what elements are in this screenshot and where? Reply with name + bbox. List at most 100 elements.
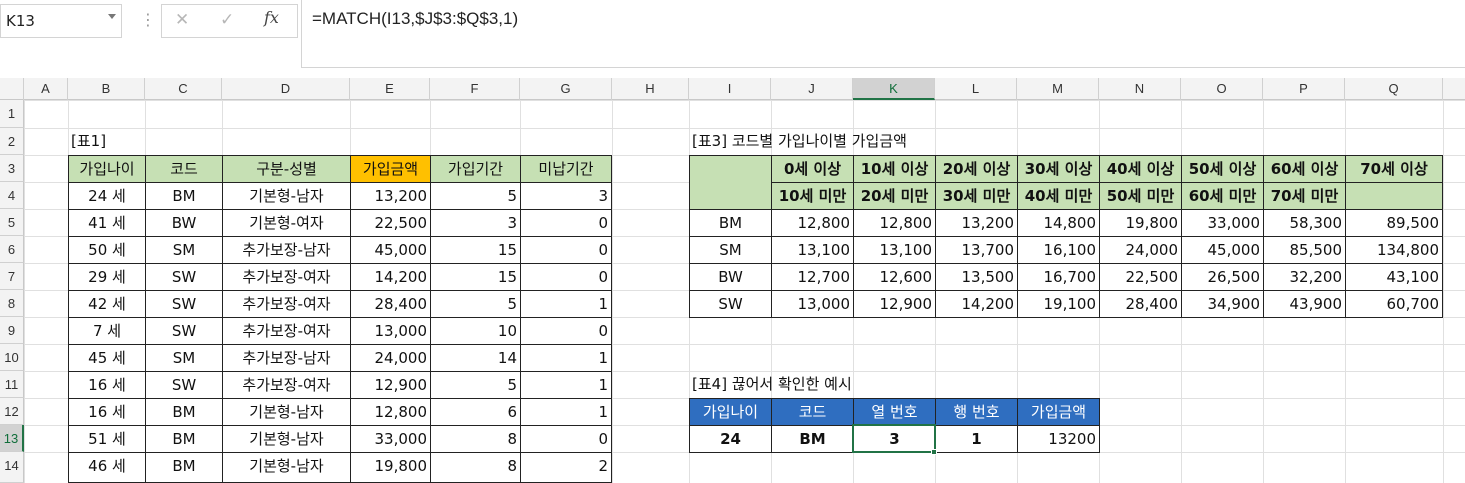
table3-row-code[interactable]: SW — [689, 290, 772, 318]
table3-corner[interactable] — [689, 155, 772, 210]
table4-header-age[interactable]: 가입나이 — [689, 398, 772, 426]
table3-cell-amount[interactable]: 19,800 — [1099, 209, 1182, 237]
table3-cell-amount[interactable]: 13,700 — [935, 236, 1018, 264]
table1-cell-code[interactable]: BM — [145, 398, 223, 426]
table1-cell-unpaid[interactable]: 0 — [520, 317, 612, 345]
column-header-I[interactable]: I — [689, 78, 771, 100]
table3-cell-amount[interactable]: 12,600 — [853, 263, 936, 291]
column-header-J[interactable]: J — [771, 78, 853, 100]
table1-cell-amount[interactable]: 12,900 — [350, 371, 431, 399]
table3-header-from[interactable]: 10세 이상 — [853, 155, 936, 183]
column-header-N[interactable]: N — [1099, 78, 1181, 100]
table1-cell-type[interactable]: 추가보장-여자 — [222, 317, 351, 345]
table1-cell-unpaid[interactable]: 0 — [520, 263, 612, 291]
table1-header-unpaid[interactable]: 미납기간 — [520, 155, 612, 183]
row-header-14[interactable]: 14 — [0, 452, 24, 483]
table1-cell-amount[interactable]: 24,000 — [350, 344, 431, 372]
table1-cell-age[interactable]: 51 세 — [68, 425, 146, 453]
column-header-E[interactable]: E — [350, 78, 430, 100]
table1-cell-amount[interactable]: 13,200 — [350, 182, 431, 210]
table3-header-to[interactable]: 70세 미만 — [1263, 182, 1346, 210]
table3-cell-amount[interactable]: 43,100 — [1345, 263, 1443, 291]
row-header-1[interactable]: 1 — [0, 100, 24, 128]
insert-function-icon[interactable]: fx — [264, 8, 279, 27]
table4-header-amount[interactable]: 가입금액 — [1017, 398, 1100, 426]
table1-cell-period[interactable]: 5 — [430, 371, 521, 399]
row-header-12[interactable]: 12 — [0, 398, 24, 425]
table1-cell-type[interactable]: 추가보장-남자 — [222, 344, 351, 372]
table1-cell-type[interactable]: 기본형-남자 — [222, 452, 351, 483]
table1-header-type[interactable]: 구분-성별 — [222, 155, 351, 183]
table3-cell-amount[interactable]: 58,300 — [1263, 209, 1346, 237]
table3-cell-amount[interactable]: 34,900 — [1181, 290, 1264, 318]
table1-cell-code[interactable]: BM — [145, 182, 223, 210]
table4-value-code[interactable]: BM — [771, 425, 854, 453]
table1-cell-age[interactable]: 24 세 — [68, 182, 146, 210]
column-header-G[interactable]: G — [520, 78, 612, 100]
column-header-C[interactable]: C — [145, 78, 222, 100]
table1-cell-period[interactable]: 5 — [430, 182, 521, 210]
table3-header-to[interactable]: 60세 미만 — [1181, 182, 1264, 210]
table1-cell-code[interactable]: SM — [145, 236, 223, 264]
table1-cell-type[interactable]: 추가보장-여자 — [222, 371, 351, 399]
table3-cell-amount[interactable]: 12,800 — [853, 209, 936, 237]
row-header-9[interactable]: 9 — [0, 317, 24, 344]
table1-cell-amount[interactable]: 33,000 — [350, 425, 431, 453]
table3-cell-amount[interactable]: 19,100 — [1017, 290, 1100, 318]
table3-cell-amount[interactable]: 13,500 — [935, 263, 1018, 291]
table4-header-col-number[interactable]: 열 번호 — [853, 398, 936, 426]
table3-cell-amount[interactable]: 12,700 — [771, 263, 854, 291]
table3-cell-amount[interactable]: 33,000 — [1181, 209, 1264, 237]
table3-row-code[interactable]: BW — [689, 263, 772, 291]
table3-cell-amount[interactable]: 12,900 — [853, 290, 936, 318]
table3-header-from[interactable]: 60세 이상 — [1263, 155, 1346, 183]
table3-row-code[interactable]: SM — [689, 236, 772, 264]
table1-cell-amount[interactable]: 28,400 — [350, 290, 431, 318]
table1-cell-unpaid[interactable]: 3 — [520, 182, 612, 210]
table3-cell-amount[interactable]: 60,700 — [1345, 290, 1443, 318]
table1-cell-age[interactable]: 42 세 — [68, 290, 146, 318]
table1-cell-code[interactable]: BM — [145, 425, 223, 453]
table1-cell-type[interactable]: 기본형-남자 — [222, 425, 351, 453]
table3-cell-amount[interactable]: 28,400 — [1099, 290, 1182, 318]
fill-handle[interactable] — [931, 449, 937, 455]
select-all-corner[interactable] — [0, 78, 24, 100]
table1-cell-age[interactable]: 45 세 — [68, 344, 146, 372]
cancel-icon[interactable]: ✕ — [175, 10, 189, 30]
table3-cell-amount[interactable]: 16,700 — [1017, 263, 1100, 291]
table3-header-to[interactable]: 50세 미만 — [1099, 182, 1182, 210]
table3-cell-amount[interactable]: 13,100 — [771, 236, 854, 264]
table3-header-to[interactable]: 40세 미만 — [1017, 182, 1100, 210]
enter-icon[interactable]: ✓ — [220, 10, 234, 30]
column-header-K[interactable]: K — [853, 78, 935, 100]
row-header-2[interactable]: 2 — [0, 128, 24, 155]
table1-cell-unpaid[interactable]: 2 — [520, 452, 612, 483]
table3-cell-amount[interactable]: 13,000 — [771, 290, 854, 318]
table3-header-from[interactable]: 20세 이상 — [935, 155, 1018, 183]
name-box-dropdown-icon[interactable] — [108, 14, 116, 19]
table1-header-age[interactable]: 가입나이 — [68, 155, 146, 183]
row-header-5[interactable]: 5 — [0, 209, 24, 236]
column-header-M[interactable]: M — [1017, 78, 1099, 100]
table3-cell-amount[interactable]: 89,500 — [1345, 209, 1443, 237]
table1-cell-age[interactable]: 46 세 — [68, 452, 146, 483]
table1-cell-amount[interactable]: 12,800 — [350, 398, 431, 426]
table3-cell-amount[interactable]: 24,000 — [1099, 236, 1182, 264]
row-header-7[interactable]: 7 — [0, 263, 24, 290]
table1-cell-period[interactable]: 14 — [430, 344, 521, 372]
table1-cell-unpaid[interactable]: 1 — [520, 344, 612, 372]
table1-cell-age[interactable]: 50 세 — [68, 236, 146, 264]
table3-cell-amount[interactable]: 14,200 — [935, 290, 1018, 318]
column-header-B[interactable]: B — [68, 78, 145, 100]
table1-cell-unpaid[interactable]: 0 — [520, 236, 612, 264]
table1-cell-unpaid[interactable]: 0 — [520, 209, 612, 237]
table3-header-from[interactable]: 0세 이상 — [771, 155, 854, 183]
table4-value-age[interactable]: 24 — [689, 425, 772, 453]
name-box[interactable]: K13 — [0, 4, 122, 38]
table3-header-to[interactable]: 10세 미만 — [771, 182, 854, 210]
table1-cell-period[interactable]: 3 — [430, 209, 521, 237]
table3-header-from[interactable]: 40세 이상 — [1099, 155, 1182, 183]
table3-cell-amount[interactable]: 45,000 — [1181, 236, 1264, 264]
table1-cell-code[interactable]: SW — [145, 263, 223, 291]
column-header-L[interactable]: L — [935, 78, 1017, 100]
